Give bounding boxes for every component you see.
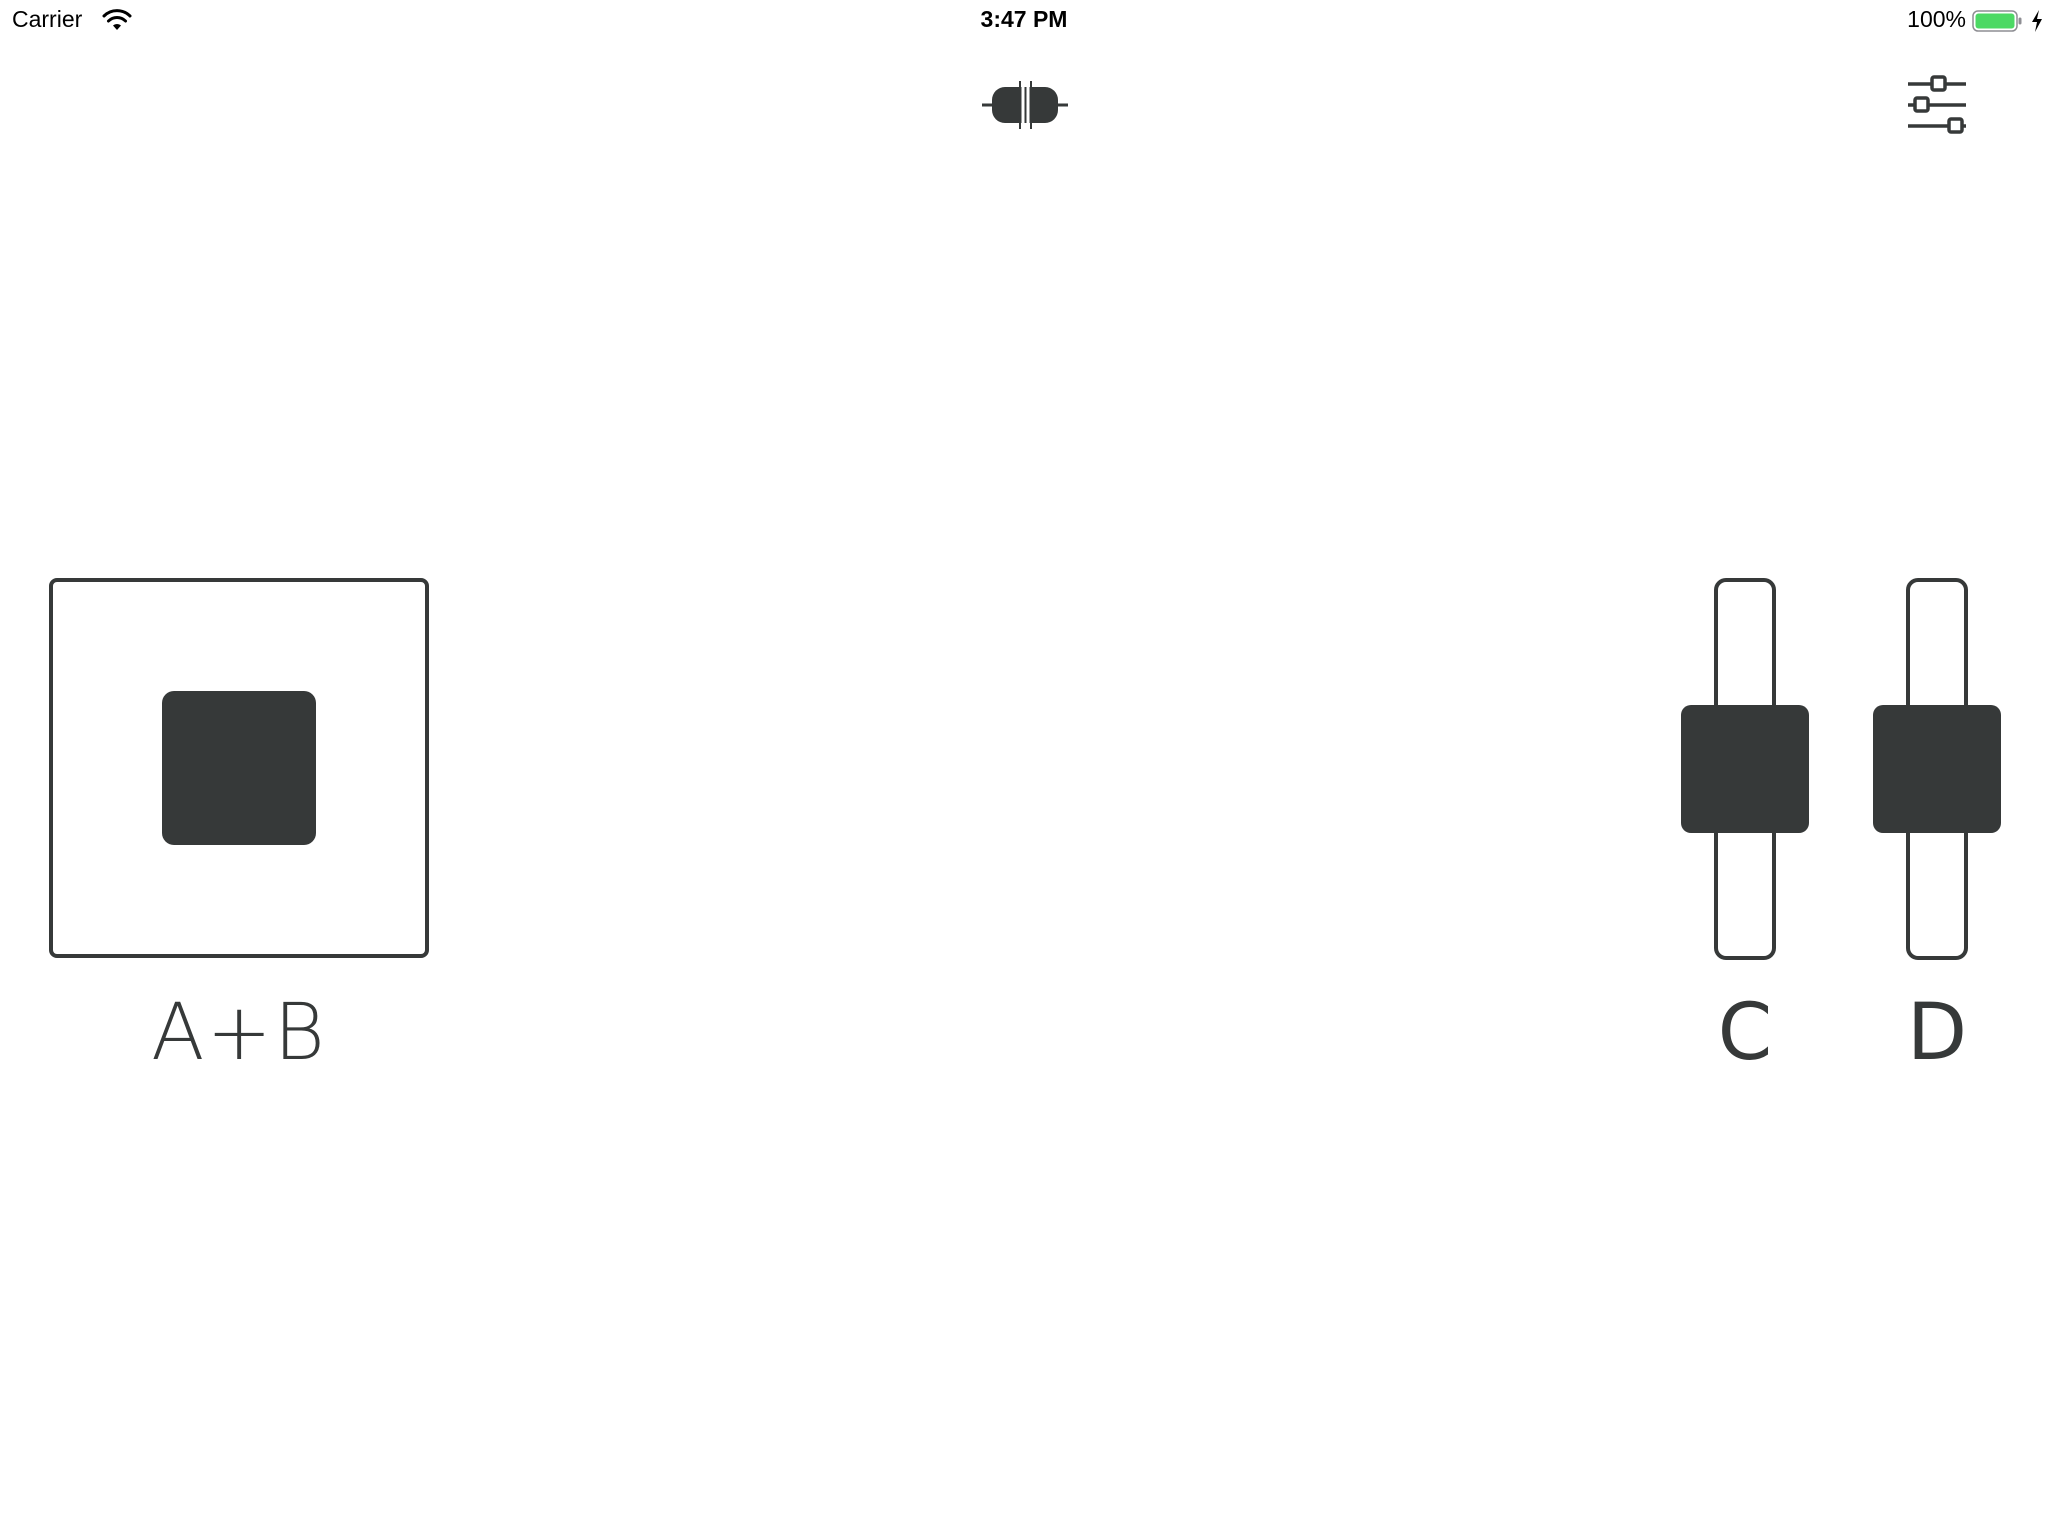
sliders-settings-icon[interactable] xyxy=(1906,74,1970,136)
charging-bolt-icon xyxy=(2032,10,2042,32)
joystick-knob[interactable] xyxy=(162,691,316,845)
slider-c-thumb[interactable] xyxy=(1681,705,1809,833)
battery-icon xyxy=(1972,10,2022,32)
connection-plug-icon[interactable] xyxy=(980,78,1070,132)
slider-d-label: D xyxy=(1906,988,1968,1078)
joystick-pad[interactable] xyxy=(49,578,429,958)
joystick-label: A+B xyxy=(151,988,327,1078)
battery-percent: 100% xyxy=(1907,6,1966,32)
slider-d-thumb[interactable] xyxy=(1873,705,2001,833)
status-bar: Carrier 3:47 PM 100% xyxy=(0,0,2048,40)
status-time: 3:47 PM xyxy=(980,6,1068,32)
slider-c-label: C xyxy=(1717,988,1773,1078)
